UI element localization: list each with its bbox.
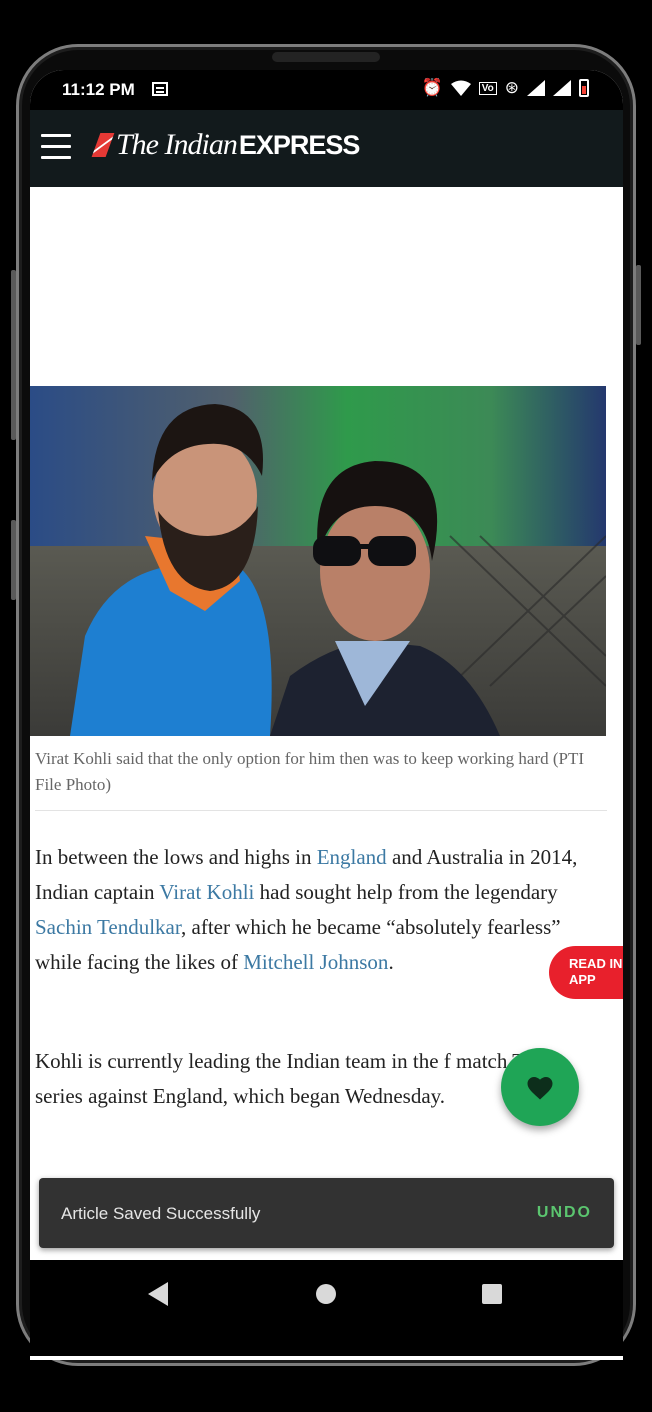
hotspot-icon: ⊛ [504, 78, 519, 97]
wifi-icon [450, 80, 471, 96]
read-in-app-button[interactable]: READ IN APP [549, 946, 623, 999]
ad-space [30, 187, 623, 386]
paragraph-text: . [388, 950, 394, 974]
phone-side-button [636, 265, 641, 345]
phone-side-button [11, 270, 16, 440]
article-photo-illustration [30, 386, 606, 736]
undo-button[interactable]: UNDO [537, 1204, 592, 1222]
link-england[interactable]: England [317, 845, 387, 869]
back-icon[interactable] [148, 1282, 168, 1306]
alarm-icon: ⏰ [421, 78, 443, 97]
link-sachin-tendulkar[interactable]: Sachin Tendulkar [35, 915, 181, 939]
link-virat-kohli[interactable]: Virat Kohli [159, 880, 254, 904]
app-bar: The Indian EXPRESS [30, 110, 623, 187]
logo-text-secondary: EXPRESS [238, 129, 361, 160]
screen: 11:12 PM ⏰ Vo ⊛ The Indian EXPRESS Virat… [30, 70, 623, 1360]
article-photo [30, 386, 606, 736]
volte-icon: Vo [478, 81, 497, 95]
link-mitchell-johnson[interactable]: Mitchell Johnson [243, 950, 388, 974]
paragraph-text: had sought help from the legendary [254, 880, 558, 904]
photo-caption: Virat Kohli said that the only option fo… [35, 749, 585, 794]
divider [35, 810, 607, 811]
snackbar: Article Saved Successfully UNDO [39, 1178, 614, 1248]
status-icons: ⏰ Vo ⊛ [422, 78, 589, 98]
status-time: 11:12 PM [62, 80, 135, 99]
status-bar: 11:12 PM ⏰ Vo ⊛ [30, 70, 623, 110]
menu-icon[interactable] [41, 134, 73, 160]
signal-icon [553, 80, 571, 96]
article-paragraph: In between the lows and highs in England… [35, 840, 595, 980]
phone-speaker [272, 52, 380, 62]
read-in-app-label: READ IN APP [569, 956, 623, 987]
paragraph-text: Kohli is currently leading the Indian te… [35, 1049, 547, 1108]
navigation-bar [30, 1260, 623, 1356]
signal-icon [527, 80, 545, 96]
app-logo: The Indian EXPRESS [91, 128, 361, 162]
snackbar-message: Article Saved Successfully [61, 1204, 261, 1223]
home-icon[interactable] [316, 1284, 336, 1304]
save-article-fab[interactable] [501, 1048, 579, 1126]
phone-side-button [11, 520, 16, 600]
news-icon [152, 82, 168, 96]
logo-text-primary: The Indian [116, 128, 238, 161]
heart-icon [527, 1077, 553, 1100]
battery-icon [579, 79, 589, 97]
logo-mark-icon [91, 133, 115, 157]
recents-icon[interactable] [482, 1284, 502, 1304]
paragraph-text: In between the lows and highs in [35, 845, 317, 869]
